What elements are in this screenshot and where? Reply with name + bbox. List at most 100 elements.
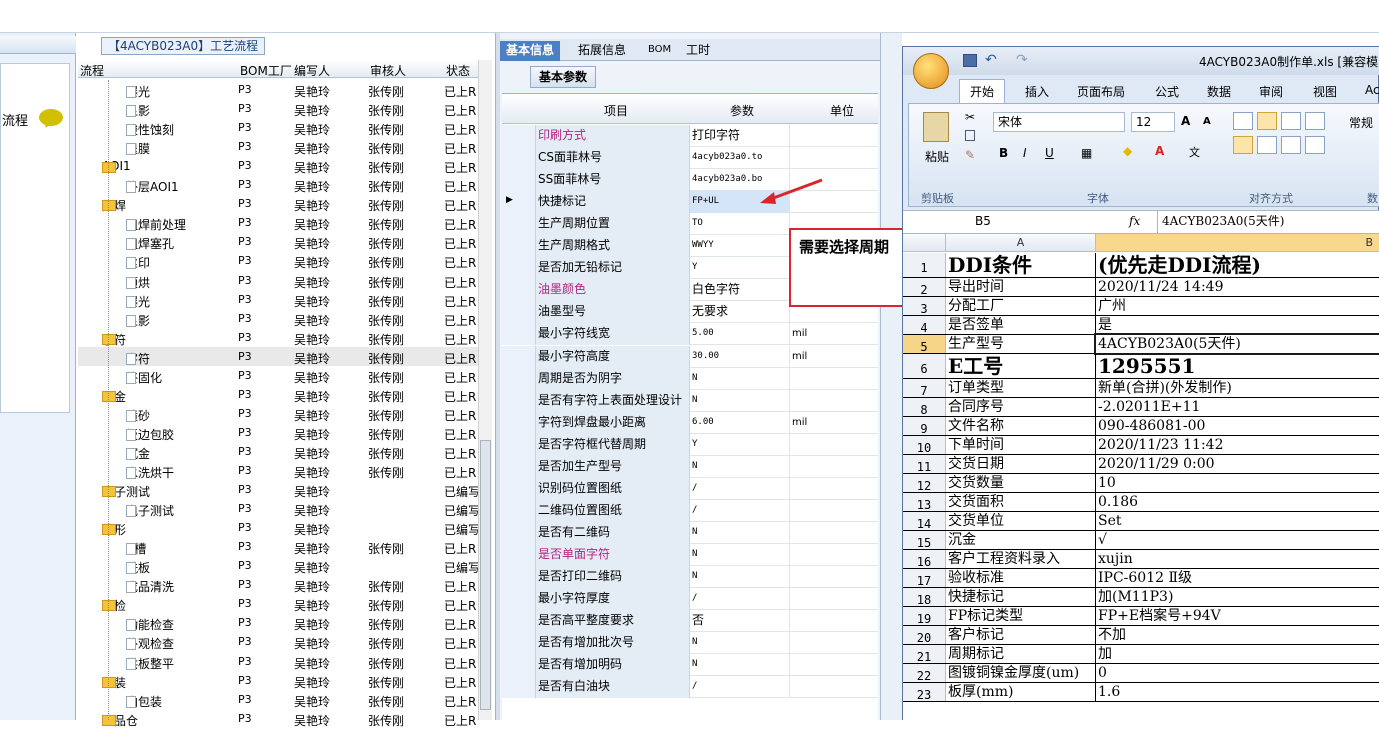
tree-row[interactable]: 曝光 P3 吴艳玲 张传刚 已上R [78, 80, 482, 99]
cut-icon[interactable]: ✂ [965, 110, 975, 124]
col-header-bom[interactable]: BOM工厂 [240, 62, 292, 79]
cell-b[interactable]: 1.6 [1096, 683, 1379, 701]
cell-a[interactable]: 合同序号 [946, 398, 1096, 416]
param-value[interactable]: WWYY [690, 235, 790, 258]
param-value[interactable]: N [690, 455, 790, 478]
paste-button[interactable]: 粘贴 [925, 148, 949, 165]
param-row[interactable]: 最小字符厚度 / [502, 588, 878, 611]
tree-row[interactable]: 阻焊前处理 P3 吴艳玲 张传刚 已上R [78, 213, 482, 232]
param-value[interactable]: N [690, 367, 790, 390]
tree-row[interactable]: −阻焊 P3 吴艳玲 张传刚 已上R [78, 194, 482, 213]
cell-a[interactable]: FP标记类型 [946, 607, 1096, 625]
tree-row[interactable]: 字符 P3 吴艳玲 张传刚 已上R [78, 346, 482, 366]
param-row[interactable]: 是否高平整度要求否 [502, 610, 878, 633]
office-button-icon[interactable] [913, 53, 949, 89]
cell-b[interactable]: 2020/11/23 11:42 [1096, 436, 1379, 454]
align-top-icon[interactable] [1233, 112, 1253, 130]
param-value[interactable]: Y [690, 257, 790, 280]
save-icon[interactable] [963, 54, 977, 67]
cell-a[interactable]: 验收标准 [946, 569, 1096, 587]
col-header-process[interactable]: 流程 [80, 62, 104, 79]
param-row[interactable]: 是否有字符上表面处理设计 N [502, 389, 878, 412]
param-row[interactable]: 字符到焊盘最小距离 6.00 mil [502, 411, 878, 434]
cell-b[interactable]: 0 [1096, 664, 1379, 682]
tree-row[interactable]: −终检 P3 吴艳玲 张传刚 已上R [78, 594, 482, 613]
formula-input[interactable]: 4ACYB023A0(5天件) [1157, 211, 1379, 233]
copy-icon[interactable] [965, 130, 975, 141]
undo-icon[interactable]: ↶ [985, 52, 997, 68]
col-header-reviewer[interactable]: 审核人 [370, 62, 406, 79]
row-header[interactable]: 16 [903, 550, 946, 569]
row-header[interactable]: 15 [903, 531, 946, 550]
row-header[interactable]: 22 [903, 664, 946, 683]
row-header[interactable]: 12 [903, 474, 946, 493]
param-row[interactable]: 是否打印二维码 N [502, 566, 878, 588]
row-header[interactable]: 20 [903, 626, 946, 645]
row-header[interactable]: 23 [903, 683, 946, 702]
tree-row[interactable]: −包装 P3 吴艳玲 张传刚 已上R [78, 671, 482, 690]
cell-b[interactable]: 1295551 [1096, 354, 1379, 378]
align-right-icon[interactable] [1281, 136, 1301, 154]
row-header[interactable]: 19 [903, 607, 946, 626]
cell-a[interactable]: 客户工程资料录入 [946, 550, 1096, 568]
param-value[interactable]: N [690, 389, 790, 412]
param-row[interactable]: 最小字符线宽 5.00 mil [502, 323, 878, 346]
tab-basic-info[interactable]: 基本信息 [500, 41, 561, 61]
cell-a[interactable]: 客户标记 [946, 626, 1096, 644]
fill-color-icon[interactable]: ◆ [1123, 144, 1132, 158]
row-indicator[interactable] [502, 389, 536, 412]
underline-icon[interactable]: U [1045, 146, 1054, 160]
tree-scrollbar[interactable] [478, 60, 492, 720]
param-value[interactable]: N [690, 654, 790, 677]
row-indicator[interactable] [502, 521, 536, 544]
row-indicator[interactable] [502, 345, 536, 368]
tree-row[interactable]: 水洗烘干 P3 吴艳玲 张传刚 已上R [78, 461, 482, 480]
ribbon-tab-data[interactable]: 数据 [1207, 83, 1231, 100]
param-row[interactable]: CS面菲林号 4acyb023a0.to [502, 147, 878, 170]
param-row[interactable]: 是否有白油块 / [502, 676, 878, 699]
cell-a[interactable]: 分配工厂 [946, 297, 1096, 315]
row-header[interactable]: 21 [903, 645, 946, 664]
col-header-status[interactable]: 状态 [446, 62, 470, 79]
col-header-param[interactable]: 参数 [730, 102, 754, 119]
row-indicator[interactable]: ▶ [502, 191, 536, 214]
tree-row[interactable]: −电子测试 P3 吴艳玲 已编写 [78, 480, 482, 499]
row-header[interactable]: 9 [903, 417, 946, 436]
param-row[interactable]: 最小字符高度 30.00 mil [502, 345, 878, 368]
tree-row[interactable]: 沉金 P3 吴艳玲 张传刚 已上R [78, 442, 482, 461]
tree-row[interactable]: 酸性蚀刻 P3 吴艳玲 张传刚 已上R [78, 118, 482, 137]
align-bottom-icon[interactable] [1281, 112, 1301, 130]
cell-b[interactable]: FP+E档案号+94V [1096, 607, 1379, 625]
tab-work-hours[interactable]: 工时 [680, 41, 716, 61]
col-header-item[interactable]: 项目 [604, 102, 628, 119]
cell-a[interactable]: 交货日期 [946, 455, 1096, 473]
param-row[interactable]: 是否字符框代替周期 Y [502, 433, 878, 456]
select-all-corner[interactable] [903, 234, 946, 252]
ribbon-tab-insert[interactable]: 插入 [1025, 83, 1049, 100]
row-indicator[interactable] [502, 213, 536, 236]
name-box[interactable]: B5 [939, 211, 1067, 233]
ribbon-tab-review[interactable]: 审阅 [1259, 83, 1283, 100]
number-format-select[interactable]: 常规 [1349, 114, 1373, 131]
subtab-basic-params[interactable]: 基本参数 [530, 66, 597, 88]
cell-b[interactable]: 10 [1096, 474, 1379, 492]
tree-row[interactable]: −沉金 P3 吴艳玲 张传刚 已上R [78, 385, 482, 404]
font-size-select[interactable]: 12 [1131, 112, 1175, 132]
row-header[interactable]: 7 [903, 379, 946, 398]
row-indicator[interactable] [502, 477, 536, 500]
cell-a[interactable]: 快捷标记 [946, 588, 1096, 606]
wrap-text-icon[interactable] [1305, 112, 1325, 130]
param-row[interactable]: 是否加生产型号 N [502, 455, 878, 478]
cell-a[interactable]: 图镀铜镍金厚度(um) [946, 664, 1096, 682]
left-nav-item-process[interactable]: 流程 [2, 110, 28, 129]
param-value[interactable]: N [690, 543, 790, 566]
ribbon-tab-page-layout[interactable]: 页面布局 [1077, 83, 1125, 100]
param-value[interactable]: 打印字符 [690, 125, 790, 147]
grow-font-icon[interactable]: A [1181, 114, 1190, 128]
cell-a[interactable]: 板厚(mm) [946, 683, 1096, 701]
row-indicator[interactable] [502, 147, 536, 170]
column-header-a[interactable]: A [946, 234, 1096, 252]
row-indicator[interactable] [502, 279, 536, 302]
ribbon-tab-view[interactable]: 视图 [1313, 83, 1337, 100]
ribbon-tab-formulas[interactable]: 公式 [1155, 83, 1179, 100]
